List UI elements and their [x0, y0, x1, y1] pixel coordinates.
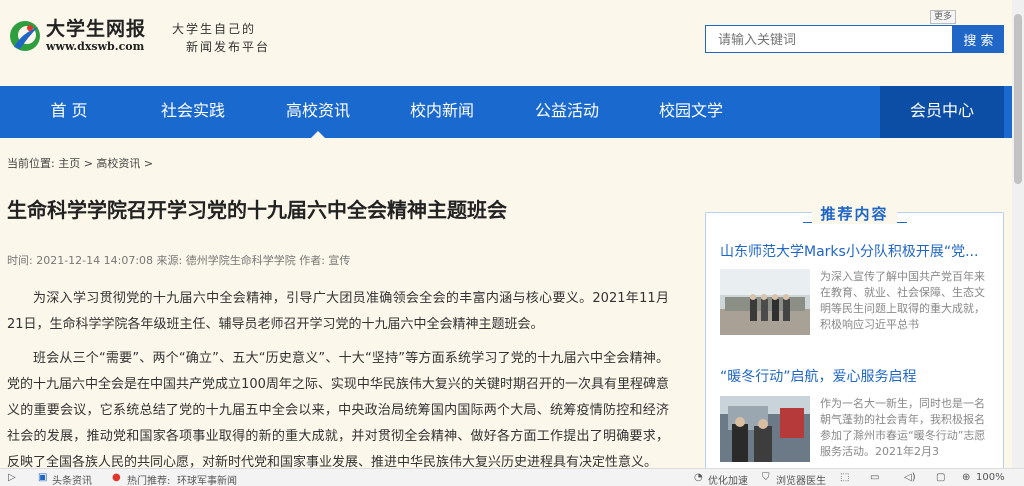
- news-icon[interactable]: ▣: [38, 472, 47, 483]
- recommend-item: 山东师范大学Marks小分队积极开展“党... 为深入宣传了解中国共产党百年来在…: [720, 241, 995, 335]
- nav-item-campus-info[interactable]: 高校资讯: [269, 86, 367, 138]
- toutiao-link[interactable]: 头条资讯: [52, 472, 92, 486]
- article-paragraph: 班会从三个“需要”、两个“确立”、五大“历史意义”、十大“坚持”等方面系统学习了…: [7, 351, 669, 470]
- main-nav: 首 页 社会实践 高校资讯 校内新闻 公益活动 校园文学 会员中心: [0, 86, 1012, 138]
- recommend-thumbnail[interactable]: [720, 396, 810, 462]
- nav-item-campus-literature[interactable]: 校园文学: [642, 86, 740, 138]
- site-slogan: 大学生自己的 新闻发布平台: [172, 20, 270, 56]
- screenshot-icon[interactable]: ⬚: [840, 472, 849, 483]
- logo-url: www.dxswb.com: [46, 40, 145, 53]
- nav-item-school-news[interactable]: 校内新闻: [393, 86, 491, 138]
- shield-icon: ⛉: [762, 472, 770, 483]
- nav-item-social-practice[interactable]: 社会实践: [144, 86, 242, 138]
- recommend-item-title[interactable]: “暖冬行动”启航，爱心服务启程: [720, 366, 995, 386]
- zoom-icon[interactable]: ⊕: [962, 472, 970, 483]
- scrollbar-thumb[interactable]: [1014, 14, 1022, 184]
- logo-name: 大学生网报: [46, 18, 147, 40]
- search-bar: 搜 索: [705, 25, 1004, 53]
- recommend-thumbnail[interactable]: [720, 269, 810, 335]
- search-button[interactable]: 搜 索: [953, 25, 1004, 53]
- member-center-button[interactable]: 会员中心: [880, 86, 1004, 138]
- window-icon[interactable]: ▢: [936, 472, 945, 483]
- article: 生命科学学院召开学习党的十九届六中全会精神主题班会 时间: 2021-12-14…: [7, 195, 669, 476]
- recommend-item: “暖冬行动”启航，爱心服务启程 作为一名大一新生，同时也是一名朝气蓬勃的社会青年…: [720, 366, 995, 462]
- nav-item-home[interactable]: 首 页: [20, 86, 118, 138]
- site-logo[interactable]: 大学生网报 www.dxswb.com: [8, 18, 146, 54]
- slogan-line-2: 新闻发布平台: [186, 40, 271, 54]
- search-input[interactable]: [705, 25, 953, 53]
- more-button[interactable]: 更多: [930, 10, 956, 24]
- hot-label: 热门推荐:: [127, 476, 171, 486]
- article-meta: 时间: 2021-12-14 14:07:08 来源: 德州学院生命科学学院 作…: [7, 254, 351, 267]
- site-header: 大学生网报 www.dxswb.com 大学生自己的 新闻发布平台 更多 搜 索: [0, 0, 1012, 86]
- hot-link[interactable]: 环球军事新闻: [177, 472, 237, 486]
- breadcrumb[interactable]: 当前位置: 主页 > 高校资讯 >: [7, 155, 153, 171]
- optimize-button[interactable]: 优化加速: [708, 472, 748, 486]
- browser-status-bar: ▷ ▣ 头条资讯 ● 热门推荐: 环球军事新闻 ◔ 优化加速 ⛉ 浏览器医生 ⬚…: [0, 468, 1024, 486]
- browser-doctor-button[interactable]: 浏览器医生: [776, 472, 826, 486]
- sound-icon[interactable]: ◁): [904, 472, 916, 483]
- panel-title: 推荐内容: [812, 203, 897, 224]
- article-title: 生命科学学院召开学习党的十九届六中全会精神主题班会: [7, 198, 507, 222]
- logo-mark-icon: [8, 19, 42, 53]
- recommend-item-desc: 为深入宣传了解中国共产党百年来在教育、就业、社会保障、生态文明等民生问题上取得的…: [820, 270, 985, 331]
- speed-icon: ◔: [694, 472, 703, 483]
- recommend-item-desc: 作为一名大一新生，同时也是一名朝气蓬勃的社会青年，我积极报名参加了滁州市春运“暖…: [820, 397, 986, 458]
- translate-icon[interactable]: ▭: [870, 472, 879, 483]
- article-paragraph: 为深入学习贯彻党的十九届六中全会精神，引导广大团员准确领会全会的丰富内涵与核心要…: [7, 291, 669, 332]
- zoom-level[interactable]: 100%: [976, 472, 1005, 483]
- recommend-panel: 推荐内容 山东师范大学Marks小分队积极开展“党... 为深入宣传了解中国共产…: [705, 203, 1004, 484]
- sidebar-toggle-icon[interactable]: ▷: [8, 472, 16, 483]
- nav-item-charity[interactable]: 公益活动: [518, 86, 616, 138]
- hot-icon: ●: [112, 472, 121, 483]
- page-scrollbar[interactable]: [1012, 0, 1024, 468]
- recommend-item-title[interactable]: 山东师范大学Marks小分队积极开展“党...: [720, 241, 995, 261]
- slogan-line-1: 大学生自己的: [172, 22, 257, 36]
